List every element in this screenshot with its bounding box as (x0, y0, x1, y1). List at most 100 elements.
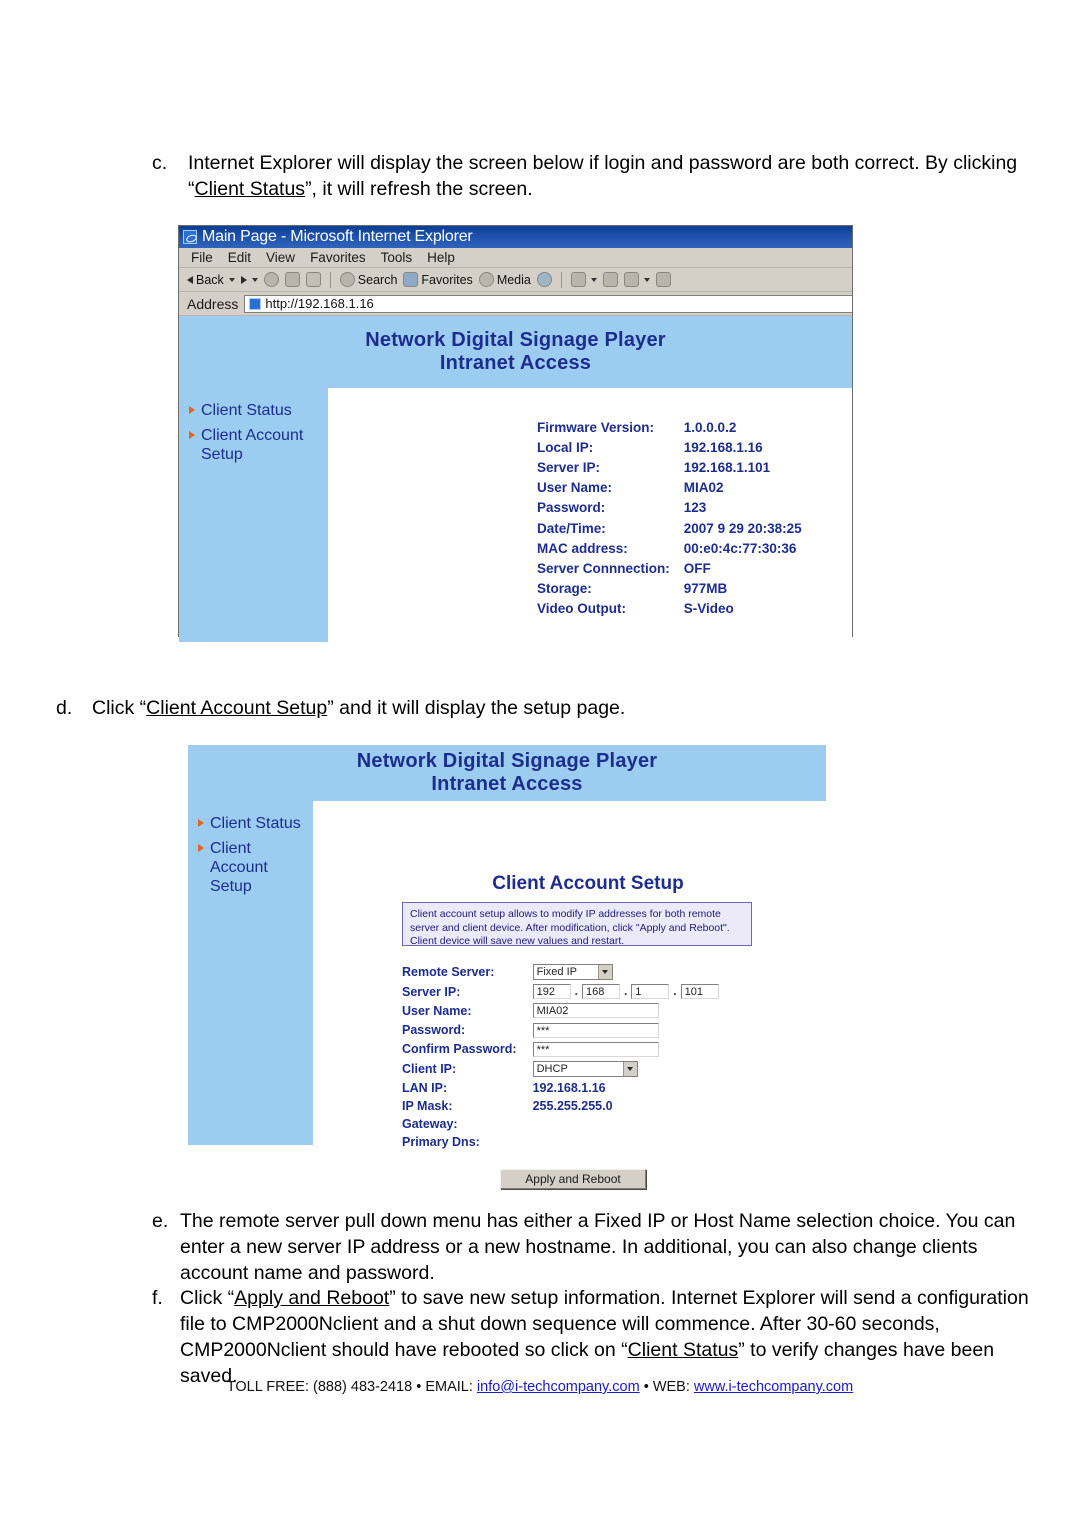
toolbar-divider-2 (560, 271, 562, 288)
chevron-down-icon[interactable] (622, 1061, 637, 1076)
browser-window-client-status[interactable]: Main Page - Microsoft Internet Explorer … (178, 225, 853, 642)
user-name-input[interactable]: MIA02 (532, 1003, 659, 1019)
paragraph-d-text: Click “Client Account Setup” and it will… (92, 695, 956, 721)
status-key-video-output: Video Output: (537, 601, 626, 617)
menu-edit[interactable]: Edit (228, 250, 251, 265)
screenshot-client-account-setup[interactable]: Network Digital Signage Player Intranet … (188, 745, 826, 1189)
edit-button[interactable] (623, 272, 650, 287)
paragraph-f-text: Click “Apply and Reboot” to save new set… (180, 1285, 1030, 1389)
paragraph-f-link-client-status[interactable]: Client Status (628, 1339, 739, 1361)
form-row-gateway: Gateway: (402, 1115, 719, 1133)
server-ip-octet2-input[interactable]: 168 (581, 984, 620, 1000)
site-banner-2: Network Digital Signage Player Intranet … (188, 745, 826, 801)
address-url-text: http://192.168.1.16 (265, 296, 374, 311)
menu-help[interactable]: Help (427, 250, 455, 265)
server-ip-octet1-input[interactable]: 192 (532, 984, 571, 1000)
footer-toll-free-number: (888) 483-2418 (313, 1379, 413, 1395)
status-key-storage: Storage: (537, 581, 592, 597)
menu-view[interactable]: View (266, 250, 295, 265)
table-row: Local IP: 192.168.1.16 (537, 437, 802, 457)
paragraph-f-link-apply-and-reboot[interactable]: Apply and Reboot (234, 1287, 389, 1309)
paragraph-e-marker: e. (152, 1210, 169, 1232)
favorites-button-label: Favorites (421, 272, 473, 287)
remote-server-select[interactable]: Fixed IP (532, 964, 613, 980)
browser-toolbar[interactable]: Back Search Favorites Media (179, 268, 852, 292)
forward-button[interactable] (240, 275, 258, 284)
sidebar-item-client-account-setup[interactable]: Client Account Setup (188, 836, 313, 899)
browser-addressbar[interactable]: Address http://192.168.1.16 (179, 292, 852, 316)
browser-titlebar[interactable]: Main Page - Microsoft Internet Explorer (179, 226, 852, 248)
status-key-user-name: User Name: (537, 480, 613, 496)
menu-tools[interactable]: Tools (381, 250, 413, 265)
paragraph-f-marker: f. (152, 1287, 163, 1309)
menu-file[interactable]: File (191, 250, 213, 265)
status-value-video-output: S-Video (683, 601, 734, 617)
media-button[interactable]: Media (478, 272, 531, 287)
history-icon[interactable] (536, 272, 552, 287)
search-button-label: Search (357, 272, 398, 287)
paragraph-d-seg2: ” and it will display the setup page. (327, 697, 626, 719)
browser-window-title: Main Page - Microsoft Internet Explorer (202, 228, 473, 245)
footer-web-label: WEB: (652, 1379, 690, 1395)
table-row: Firmware Version: 1.0.0.0.2 (537, 417, 802, 437)
sidebar-item-client-status[interactable]: Client Status (179, 398, 328, 423)
paragraph-c-link-client-status[interactable]: Client Status (195, 178, 306, 200)
sidebar-item-client-account-setup[interactable]: Client Account Setup (179, 423, 328, 467)
ip-dot-separator: . (574, 984, 578, 998)
home-icon[interactable] (305, 272, 321, 287)
label-password: Password: (402, 1023, 466, 1037)
table-row: Date/Time: 2007 9 29 20:38:25 (537, 518, 802, 538)
mail-button[interactable] (570, 272, 597, 287)
stop-icon[interactable] (263, 272, 279, 287)
sidebar-item-client-status[interactable]: Client Status (188, 811, 313, 836)
browser-menubar[interactable]: File Edit View Favorites Tools Help (179, 248, 852, 268)
print-icon[interactable] (602, 272, 618, 287)
site-banner-1: Network Digital Signage Player Intranet … (179, 316, 852, 388)
page-footer: TOLL FREE: (888) 483-2418 • EMAIL: info@… (0, 1379, 1080, 1395)
footer-web-link[interactable]: www.i-techcompany.com (694, 1379, 853, 1395)
paragraph-d: d. Click “Client Account Setup” and it w… (56, 695, 956, 721)
label-ip-mask: IP Mask: (402, 1098, 453, 1113)
paragraph-d-seg1: Click “ (92, 697, 147, 719)
favorites-button[interactable]: Favorites (403, 272, 473, 287)
site-banner-line1: Network Digital Signage Player (365, 329, 666, 351)
edit-dropdown-icon[interactable] (643, 277, 650, 282)
menu-favorites[interactable]: Favorites (310, 250, 366, 265)
forward-dropdown-icon[interactable] (251, 277, 258, 282)
footer-separator-2: • (643, 1379, 649, 1395)
back-button[interactable]: Back (187, 273, 235, 287)
table-row: Video Output: S-Video (537, 599, 802, 619)
form-row-primary-dns: Primary Dns: (402, 1133, 719, 1151)
remote-server-selected-value: Fixed IP (536, 966, 577, 978)
search-button[interactable]: Search (339, 272, 398, 287)
status-key-date-time: Date/Time: (537, 520, 606, 536)
mail-dropdown-icon[interactable] (590, 277, 597, 282)
paragraph-d-marker: d. (56, 697, 73, 719)
form-row-user-name: User Name: MIA02 (402, 1001, 719, 1020)
chevron-down-icon[interactable] (597, 965, 612, 979)
paragraph-d-link-client-account-setup[interactable]: Client Account Setup (146, 697, 327, 719)
favorites-icon (403, 272, 419, 287)
server-ip-octet3-input[interactable]: 1 (631, 984, 670, 1000)
status-key-mac-address: MAC address: (537, 540, 628, 556)
site-body-1: Client Status Client Account Setup Firmw… (179, 388, 852, 642)
discuss-icon[interactable] (655, 272, 671, 287)
server-ip-octet4-input[interactable]: 101 (680, 984, 719, 1000)
client-ip-select[interactable]: DHCP (532, 1060, 638, 1077)
value-gateway (533, 1115, 719, 1133)
refresh-icon[interactable] (284, 272, 300, 287)
password-input[interactable]: *** (532, 1022, 659, 1038)
apply-and-reboot-button[interactable]: Apply and Reboot (500, 1169, 646, 1189)
footer-email-label: EMAIL: (425, 1379, 473, 1395)
account-setup-form[interactable]: Remote Server: Fixed IP Server IP: 192. 1… (402, 962, 719, 1151)
address-input[interactable]: http://192.168.1.16 (244, 294, 852, 313)
toolbar-divider (329, 271, 331, 288)
back-dropdown-icon[interactable] (228, 277, 235, 282)
paragraph-c-marker: c. (152, 152, 168, 174)
confirm-password-input[interactable]: *** (532, 1041, 659, 1057)
form-row-server-ip: Server IP: 192. 168. 1. 101 (402, 982, 719, 1001)
site-banner-2-line2: Intranet Access (431, 773, 583, 795)
label-confirm-password: Confirm Password: (402, 1042, 517, 1057)
footer-email-link[interactable]: info@i-techcompany.com (477, 1379, 640, 1395)
paragraph-c-seg2: ”, it will refresh the screen. (305, 178, 533, 200)
